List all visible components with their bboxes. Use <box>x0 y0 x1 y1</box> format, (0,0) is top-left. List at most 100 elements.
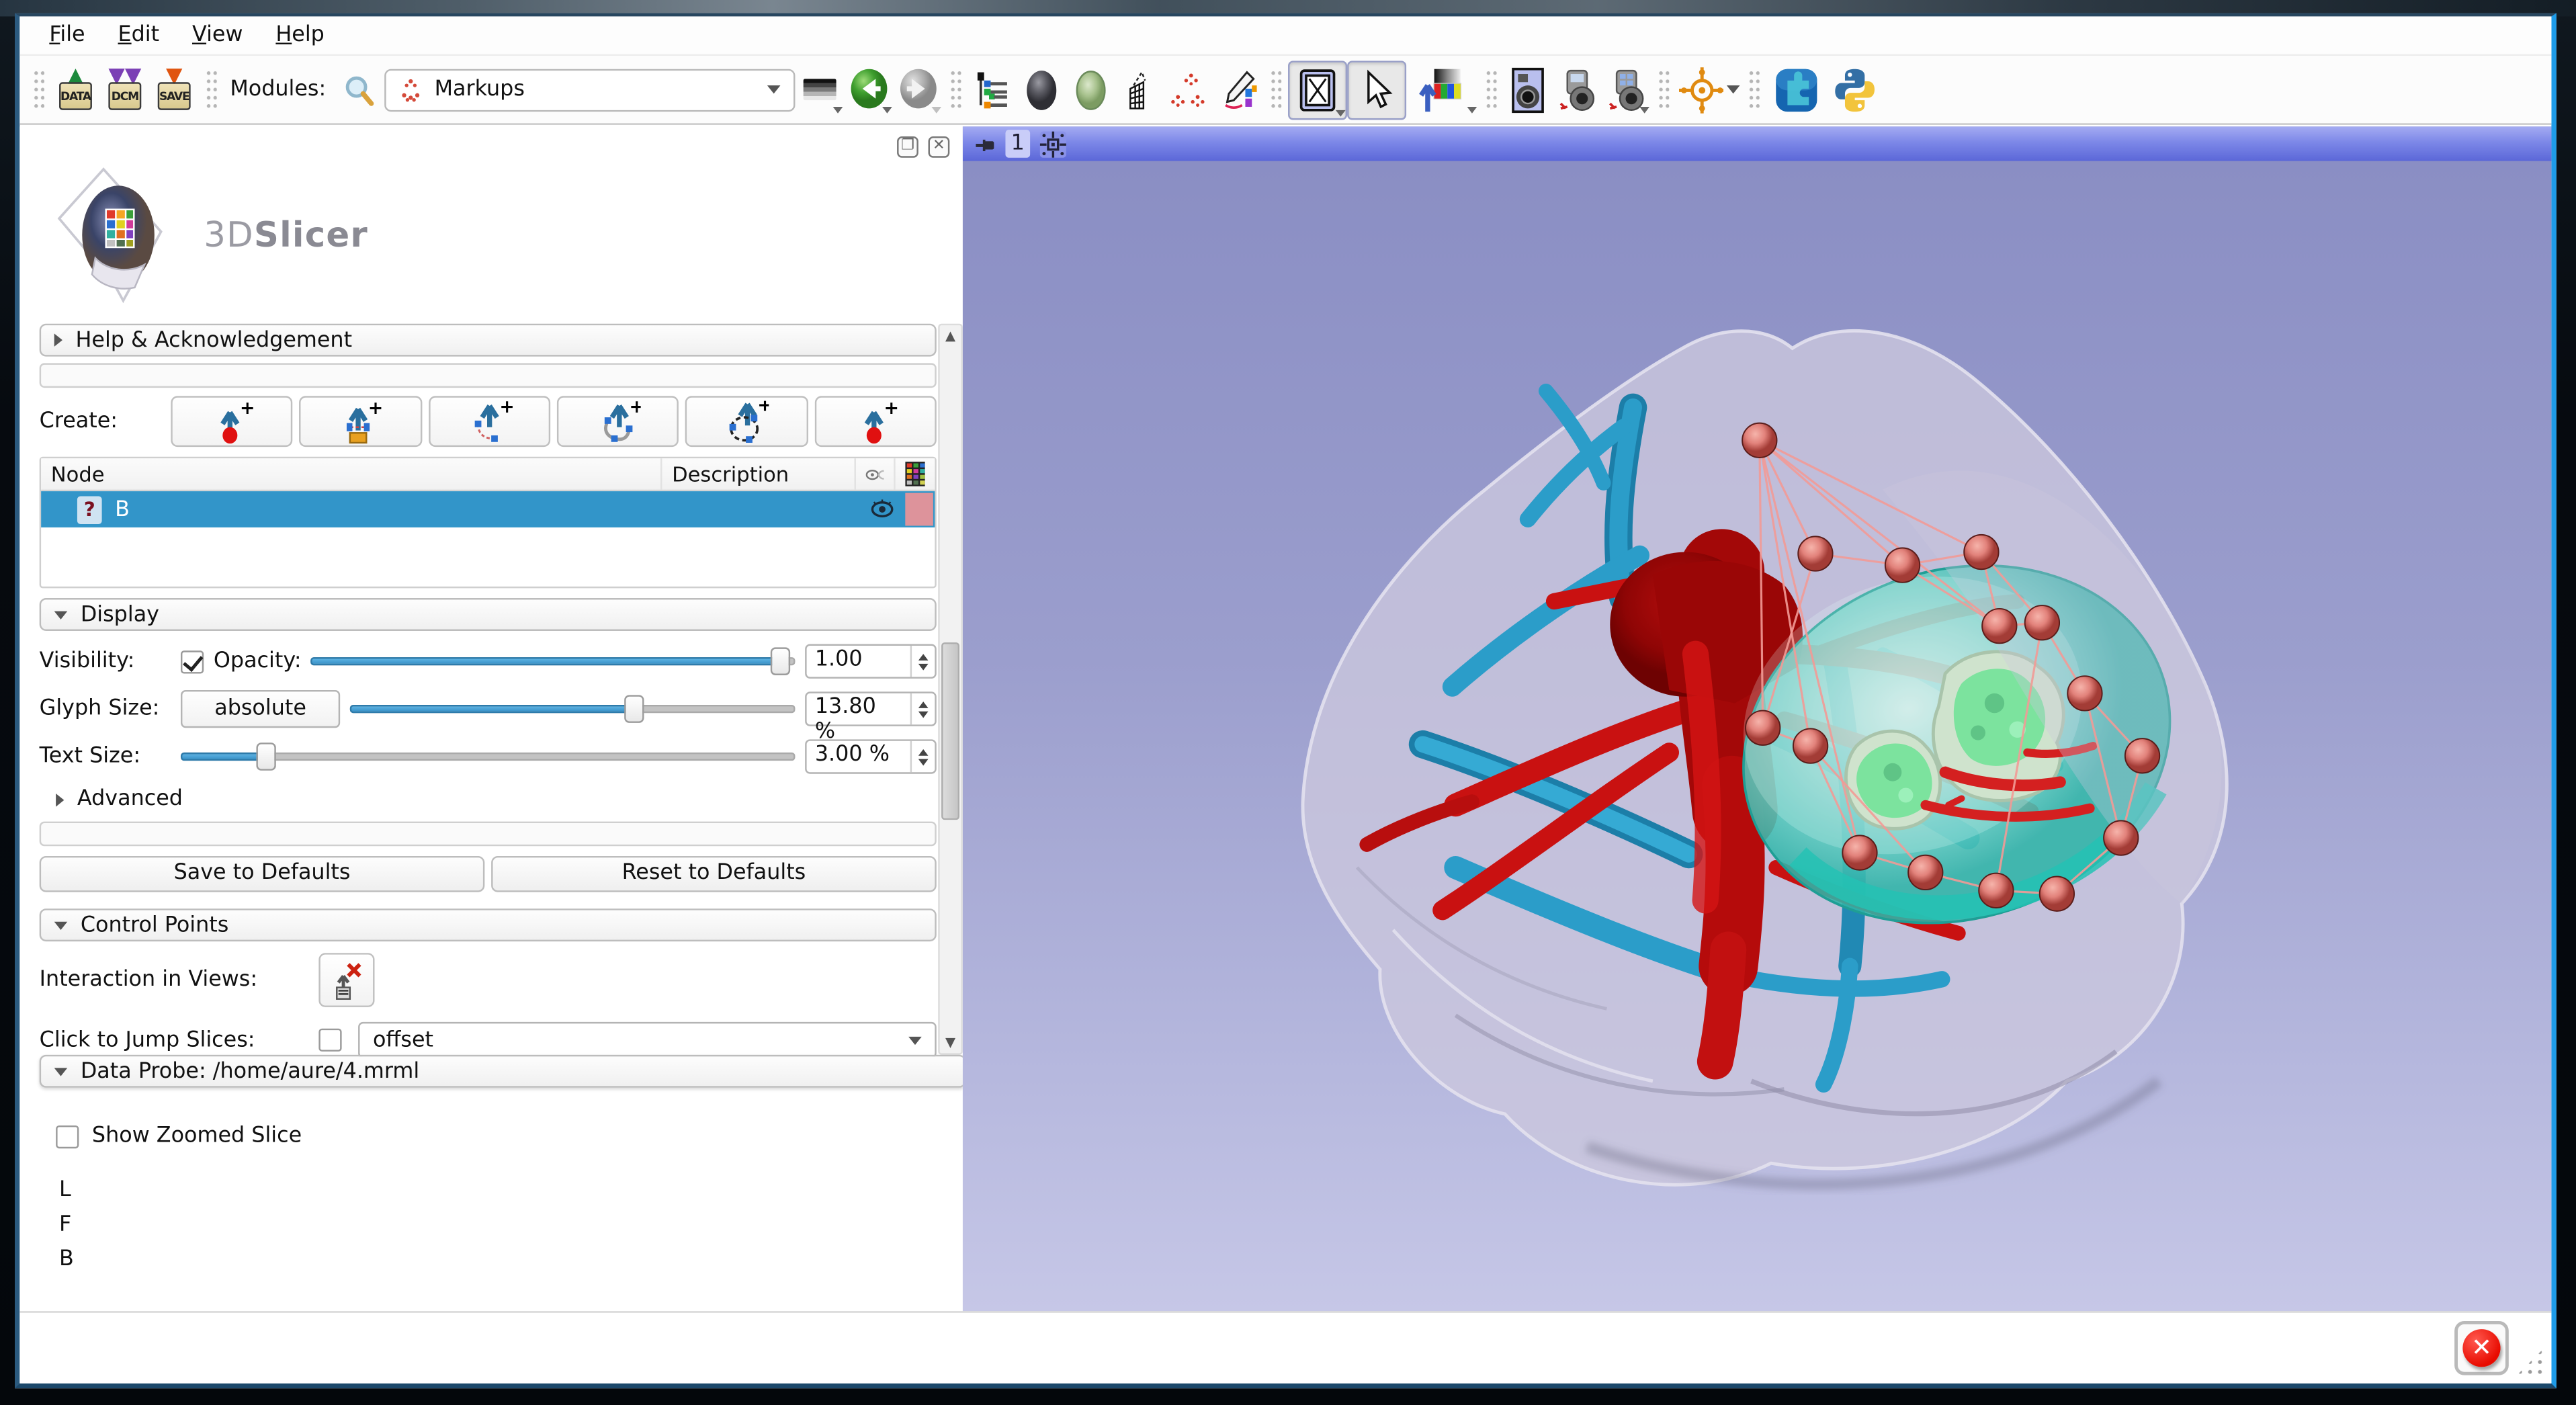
scroll-up-icon[interactable]: ▲ <box>940 329 961 343</box>
markup-control-point[interactable] <box>1798 536 1832 570</box>
advanced-section[interactable]: Advanced <box>56 787 937 812</box>
node-row-selected[interactable]: ? B <box>41 491 935 527</box>
spin-arrows-icon[interactable] <box>910 693 935 724</box>
module-search-button[interactable] <box>336 63 385 116</box>
node-color-swatch[interactable] <box>905 493 933 526</box>
toolbar-grip[interactable] <box>1486 68 1498 111</box>
toolbar-grip[interactable] <box>206 68 217 111</box>
scene-view-restore-button[interactable] <box>1602 63 1651 116</box>
save-to-defaults-button[interactable]: Save to Defaults <box>40 856 485 892</box>
mesh-module-button[interactable] <box>1116 63 1165 116</box>
models-module-button[interactable] <box>1067 63 1116 116</box>
glyph-size-spinbox[interactable]: 13.80 % <box>805 691 937 726</box>
markup-control-point[interactable] <box>2125 738 2159 773</box>
load-data-button[interactable]: ▲DATA <box>51 63 100 116</box>
show-zoomed-slice-checkbox[interactable] <box>56 1125 79 1148</box>
markup-control-point[interactable] <box>1885 548 1920 582</box>
extensions-manager-button[interactable] <box>1767 63 1826 116</box>
visibility-eye-icon[interactable] <box>869 499 896 519</box>
scroll-down-icon[interactable]: ▼ <box>940 1035 961 1050</box>
python-console-button[interactable] <box>1826 63 1885 116</box>
markup-control-point[interactable] <box>1793 728 1828 763</box>
text-size-slider[interactable] <box>181 742 796 771</box>
markup-control-point[interactable] <box>1964 535 1998 569</box>
menu-edit[interactable]: Edit <box>105 19 173 50</box>
module-selector-combobox[interactable]: Markups <box>385 68 796 111</box>
markup-control-point[interactable] <box>2067 676 2102 710</box>
scene-view-save-button[interactable] <box>1553 63 1602 116</box>
create-open-curve-button[interactable]: + <box>557 396 679 447</box>
control-points-section[interactable]: Control Points <box>40 908 937 941</box>
markup-control-point[interactable] <box>2104 820 2138 855</box>
text-size-spinbox[interactable]: 3.00 % <box>805 739 937 773</box>
slider-handle[interactable] <box>771 647 790 675</box>
data-probe-section[interactable]: Data Probe: /home/aure/4.mrml <box>40 1055 963 1088</box>
glyph-size-mode-button[interactable]: absolute <box>181 690 340 728</box>
jump-slices-checkbox[interactable] <box>318 1029 341 1052</box>
column-visibility[interactable] <box>856 458 896 489</box>
history-back-button[interactable] <box>845 63 894 116</box>
save-button[interactable]: ▼SAVE <box>150 63 199 116</box>
markup-control-point[interactable] <box>1979 874 2013 908</box>
markup-control-point[interactable] <box>1746 711 1780 745</box>
opacity-spinbox[interactable]: 1.00 <box>805 644 937 679</box>
module-history-button[interactable] <box>796 63 845 116</box>
scene-3d[interactable] <box>963 161 2552 1312</box>
view-center-crosshair-icon[interactable] <box>1040 130 1066 157</box>
spin-arrows-icon[interactable] <box>910 741 935 772</box>
column-color[interactable] <box>896 458 935 489</box>
toolbar-grip[interactable] <box>1658 68 1670 111</box>
jump-mode-combobox[interactable]: offset <box>358 1022 937 1058</box>
scrollbar-thumb[interactable] <box>941 642 959 820</box>
markup-control-point[interactable] <box>2025 605 2059 640</box>
create-angle-button[interactable]: + <box>428 396 550 447</box>
slider-handle[interactable] <box>625 695 644 723</box>
annotation-pen-button[interactable] <box>1215 63 1264 116</box>
column-node[interactable]: Node <box>41 458 662 489</box>
markup-control-point[interactable] <box>2040 877 2074 911</box>
crosshair-button[interactable] <box>1676 63 1742 116</box>
display-section[interactable]: Display <box>40 598 937 631</box>
toolbar-grip[interactable] <box>1271 68 1282 111</box>
volume-rendering-button[interactable] <box>1018 63 1067 116</box>
window-level-adjust-button[interactable] <box>1407 63 1479 116</box>
view-label-tab[interactable]: 1 <box>1005 130 1030 158</box>
threed-viewport[interactable]: 1 <box>963 126 2552 1311</box>
history-forward-button[interactable] <box>894 63 943 116</box>
mouse-interaction-button[interactable] <box>1348 60 1407 119</box>
help-acknowledgement-section[interactable]: Help & Acknowledgement <box>40 324 937 357</box>
interaction-handles-button[interactable] <box>318 953 374 1007</box>
markup-control-point[interactable] <box>1742 423 1776 458</box>
slider-handle[interactable] <box>257 742 276 771</box>
pin-icon[interactable] <box>973 132 996 155</box>
column-description[interactable]: Description <box>662 458 856 489</box>
create-closed-curve-button[interactable]: + <box>685 396 808 447</box>
opacity-slider[interactable] <box>311 647 795 675</box>
menu-file[interactable]: File <box>36 19 98 50</box>
panel-scrollbar[interactable]: ▲ ▼ <box>938 324 963 1055</box>
markup-control-point[interactable] <box>1908 855 1942 890</box>
panel-close-button[interactable]: ✕ <box>929 136 950 158</box>
visibility-checkbox[interactable] <box>181 650 204 673</box>
subject-hierarchy-button[interactable] <box>968 63 1017 116</box>
panel-undock-button[interactable]: ❐ <box>897 136 918 158</box>
reset-to-defaults-button[interactable]: Reset to Defaults <box>491 856 937 892</box>
create-plane-button[interactable]: + <box>814 396 937 447</box>
markup-control-point[interactable] <box>1982 609 2016 643</box>
error-log-button[interactable] <box>2454 1321 2509 1375</box>
menu-help[interactable]: Help <box>263 19 338 50</box>
glyph-size-slider[interactable] <box>350 695 796 723</box>
toolbar-grip[interactable] <box>33 68 44 111</box>
screenshot-button[interactable] <box>1504 63 1553 116</box>
layout-selector-button[interactable] <box>1289 60 1348 119</box>
menu-view[interactable]: View <box>179 19 256 50</box>
load-dicom-button[interactable]: ▼▼DCM <box>100 63 149 116</box>
markups-toolbar-button[interactable] <box>1166 63 1215 116</box>
create-point-button[interactable]: + <box>171 396 293 447</box>
toolbar-grip[interactable] <box>1749 68 1760 111</box>
resize-grip[interactable] <box>2516 1347 2545 1377</box>
markup-control-point[interactable] <box>1842 835 1877 869</box>
spin-arrows-icon[interactable] <box>910 646 935 677</box>
create-line-button[interactable]: + <box>300 396 422 447</box>
toolbar-grip[interactable] <box>950 68 961 111</box>
